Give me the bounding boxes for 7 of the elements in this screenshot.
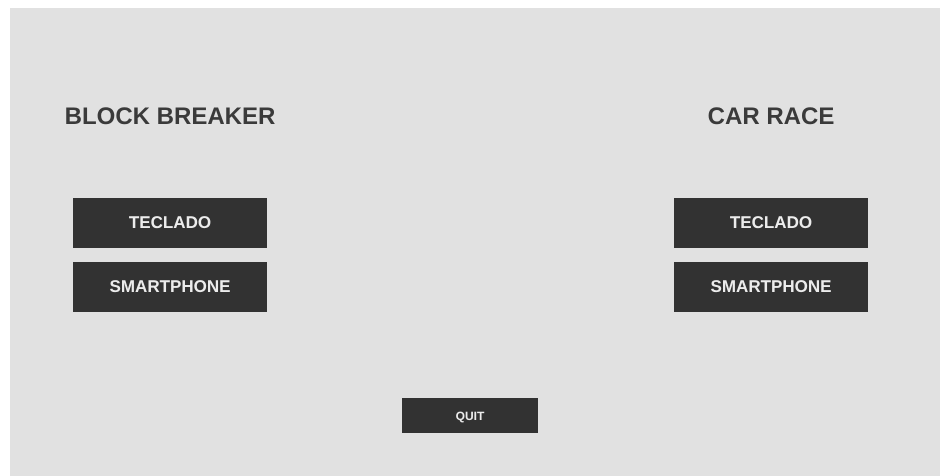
- control-mode-button[interactable]: SMARTPHONE: [73, 262, 267, 312]
- control-mode-button[interactable]: TECLADO: [73, 198, 267, 248]
- game-title: CAR RACE: [708, 103, 834, 131]
- control-mode-button[interactable]: TECLADO: [674, 198, 868, 248]
- quit-button[interactable]: QUIT: [402, 398, 538, 433]
- control-mode-button[interactable]: SMARTPHONE: [674, 262, 868, 312]
- game-title: BLOCK BREAKER: [64, 103, 276, 131]
